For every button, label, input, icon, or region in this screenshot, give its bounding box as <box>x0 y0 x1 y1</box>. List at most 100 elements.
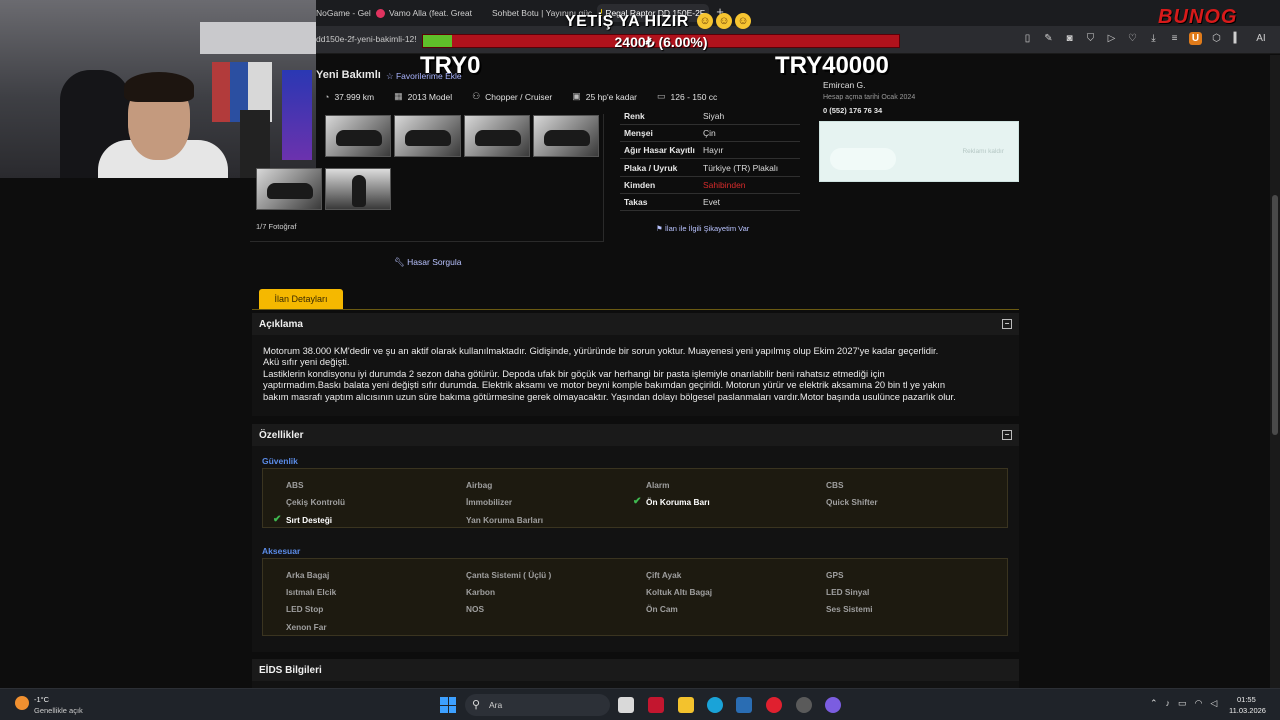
shield-icon[interactable]: ⛉ <box>1084 32 1097 45</box>
motorcycle-image <box>475 130 521 146</box>
photo-thumbnail[interactable] <box>325 168 391 210</box>
clock-time[interactable]: 01:55 <box>1237 695 1256 704</box>
group-title-aksesuar: Aksesuar <box>262 546 301 556</box>
ai-icon[interactable]: AI <box>1252 32 1270 45</box>
section-header[interactable]: Açıklama − <box>252 313 1019 335</box>
feature-item: Çekiş Kontrolü <box>286 497 346 507</box>
feature-item: Ses Sistemi <box>826 604 873 614</box>
description-line: Lastiklerin kondisyonu iyi durumda 2 sez… <box>263 367 885 379</box>
store-icon[interactable] <box>736 697 752 713</box>
section-header[interactable]: EİDS Bilgileri <box>252 659 1019 681</box>
system-tray: ⌃ ♪ ▭ ◠ ◁ <box>1150 698 1217 709</box>
feature-item: LED Stop <box>286 604 324 614</box>
streamer-logo: BUNOG <box>1158 6 1238 28</box>
donation-max: TRY40000 <box>775 52 889 79</box>
attr-key: Renk <box>624 111 645 121</box>
motorcycle-icon: ⚇ <box>472 91 481 101</box>
seller-name[interactable]: Emircan G. <box>823 80 866 90</box>
download-icon[interactable]: ⤓ <box>1147 32 1160 45</box>
seller-join-date: Hesap açma tarihi Ocak 2024 <box>823 94 916 101</box>
attr-row: Menşei Çin <box>620 125 800 142</box>
photo-thumbnail[interactable] <box>256 168 322 210</box>
seller-phone[interactable]: 0 (552) 176 76 34 <box>823 106 882 115</box>
flag-icon: ⚑ <box>656 224 665 233</box>
collapse-icon[interactable]: − <box>1002 319 1012 329</box>
collapse-icon[interactable]: − <box>1002 430 1012 440</box>
scroll-thumb[interactable] <box>1272 195 1278 435</box>
motorcycle-image <box>405 130 451 146</box>
wifi-icon[interactable]: ◠ <box>1195 698 1203 709</box>
photo-thumbnail[interactable] <box>533 115 599 157</box>
ad-banner[interactable]: Reklamı kaldır <box>819 121 1019 182</box>
feature-item: Alarm <box>646 480 670 490</box>
feature-item: LED Sinyal <box>826 587 870 597</box>
attr-value: Evet <box>703 197 721 207</box>
engine-icon: ▣ <box>572 91 581 101</box>
app-icon[interactable] <box>648 697 664 713</box>
tab-label: Vamo Alla (feat. Great <box>389 8 472 18</box>
feature-item: Quick Shifter <box>826 497 878 507</box>
feature-item: Ön Cam <box>646 604 678 614</box>
file-explorer-icon[interactable] <box>678 697 694 713</box>
clock-date[interactable]: 11.03.2026 <box>1229 706 1266 715</box>
play-icon[interactable]: ▷ <box>1105 32 1118 45</box>
attr-value: Siyah <box>703 111 725 121</box>
hasar-sorgula-link[interactable]: 🔧︎ Hasar Sorgula <box>394 257 462 268</box>
tab-vamo-alla[interactable]: Vamo Alla (feat. Great <box>376 4 481 22</box>
url-input[interactable]: dd150e-2f-yeni-bakimli-12! <box>316 34 417 44</box>
donation-progress-text: 2400₺ (6.00%) <box>614 34 708 50</box>
sidebar-icon[interactable]: ▯ <box>1021 32 1034 45</box>
aksesuar-grid <box>262 558 1008 636</box>
page-scrollbar[interactable] <box>1270 55 1280 688</box>
opera-icon[interactable] <box>766 697 782 713</box>
photo-count: 1/7 Fotoğraf <box>256 222 297 231</box>
laughing-emoji-icon: ☺ <box>716 13 732 29</box>
heart-icon[interactable]: ♡ <box>1126 32 1139 45</box>
motorcycle-image <box>336 130 382 146</box>
description-line: bakım masrafı yaptım alıcısının uzun sür… <box>263 390 956 402</box>
tab-ilan-detaylari[interactable]: İlan Detayları <box>259 289 343 309</box>
tab-nogame[interactable]: NoGame - Gele <box>316 4 371 22</box>
photo-thumbnail[interactable] <box>394 115 461 157</box>
toolbar-icons: ▯ ✎ ◙ ⛉ ▷ ♡ ⤓ ≡ U ⬡ ▍ AI <box>1021 32 1270 45</box>
menu-icon[interactable]: ≡ <box>1168 32 1181 45</box>
feature-item: Çift Ayak <box>646 570 682 580</box>
attr-row: Renk Siyah <box>620 108 800 125</box>
photo-thumbnail[interactable] <box>325 115 391 157</box>
feature-item-selected: Sırt Desteği <box>286 515 333 525</box>
attr-row: Takas Evet <box>620 194 800 211</box>
taskbar-search[interactable]: ⚲ Ara <box>465 694 610 716</box>
edge-icon[interactable] <box>707 697 723 713</box>
section-header[interactable]: Özellikler − <box>252 424 1019 446</box>
motorcycle-image <box>352 175 366 207</box>
start-button[interactable] <box>440 697 456 713</box>
laughing-emoji-icon: ☺ <box>697 13 713 29</box>
extension-icon[interactable]: U <box>1189 32 1202 45</box>
description-line: Motorum 38.000 KM'dedir ve şu an aktif o… <box>263 345 939 356</box>
edit-icon[interactable]: ✎ <box>1042 32 1055 45</box>
windows-taskbar: -1°C Genellikle açık ⚲ Ara ⌃ ♪ ▭ ◠ ◁ 01:… <box>0 688 1280 720</box>
task-view-icon[interactable] <box>618 697 634 713</box>
camera-icon[interactable]: ◙ <box>1063 32 1076 45</box>
split-icon[interactable]: ▍ <box>1231 32 1244 45</box>
favorite-link[interactable]: ☆ Favorilerime Ekle <box>386 71 462 82</box>
laughing-emoji-icon: ☺ <box>735 13 751 29</box>
ad-text[interactable]: Reklamı kaldır <box>962 148 1004 155</box>
chevron-up-icon[interactable]: ⌃ <box>1150 698 1158 709</box>
monitor-icon[interactable]: ▭ <box>1178 698 1187 709</box>
discord-icon[interactable] <box>825 697 841 713</box>
weather-icon[interactable] <box>15 696 29 710</box>
spec-model: ▦ 2013 Model <box>394 91 452 102</box>
ad-button[interactable] <box>830 148 896 170</box>
mic-icon[interactable]: ♪ <box>1166 698 1171 709</box>
complaint-link[interactable]: ⚑ İlan ile İlgili Şikayetim Var <box>656 224 749 233</box>
photo-thumbnail[interactable] <box>464 115 530 157</box>
weather-desc[interactable]: Genellikle açık <box>34 706 83 715</box>
cube-icon[interactable]: ⬡ <box>1210 32 1223 45</box>
description-section: Açıklama − Motorum 38.000 KM'dedir ve şu… <box>252 313 1019 416</box>
weather-temp[interactable]: -1°C <box>34 695 49 704</box>
volume-icon[interactable]: ◁ <box>1210 698 1217 709</box>
attr-value: Türkiye (TR) Plakalı <box>703 163 779 173</box>
app-icon[interactable] <box>796 697 812 713</box>
spec-value: 25 hp'e kadar <box>585 91 638 102</box>
